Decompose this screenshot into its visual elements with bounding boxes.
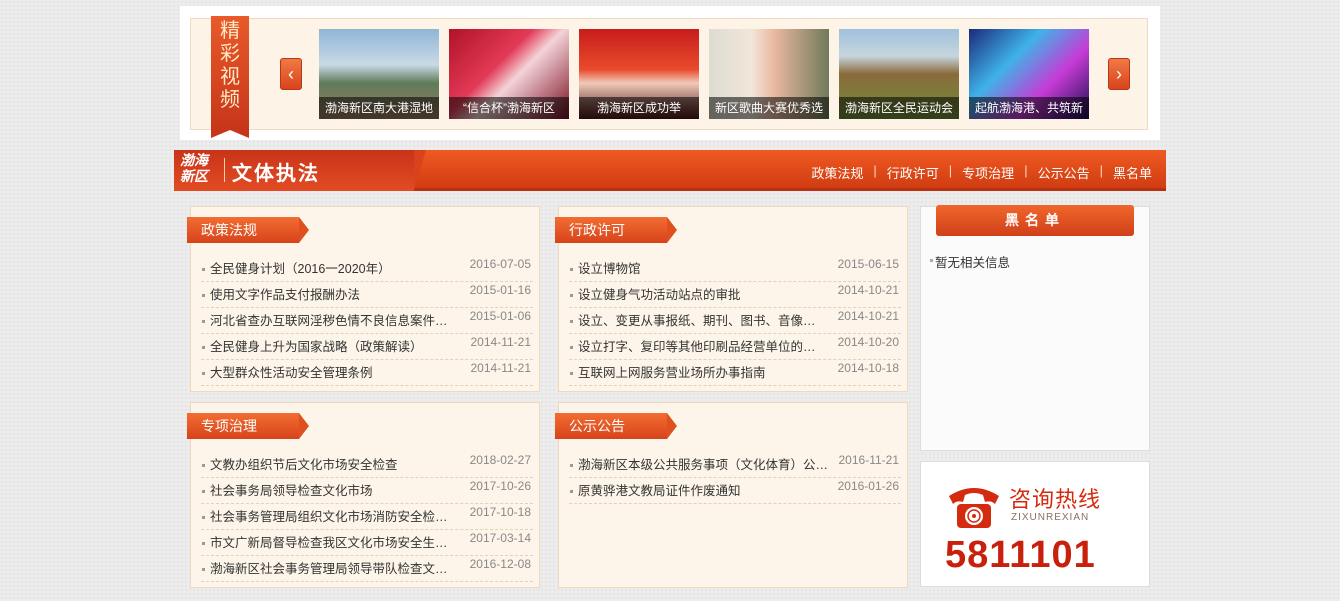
nav-link-notice[interactable]: 公示公告: [1038, 163, 1090, 182]
article-link[interactable]: 渤海新区社会事务管理局领导带队检查文…: [210, 556, 448, 582]
header-nav: 政策法规 | 行政许可 | 专项治理 | 公示公告 | 黑名单: [811, 163, 1152, 182]
article-link[interactable]: 市文广新局督导检查我区文化市场安全生…: [210, 530, 448, 556]
article-date: 2017-03-14: [469, 531, 531, 545]
panel-title[interactable]: 政策法规: [187, 217, 309, 243]
video-thumb[interactable]: 渤海新区南大港湿地: [319, 29, 439, 119]
video-thumb[interactable]: “信合杯”渤海新区: [449, 29, 569, 119]
article-date: 2016-11-21: [838, 453, 900, 467]
panel-title[interactable]: 专项治理: [187, 413, 309, 439]
nav-divider: |: [1099, 163, 1103, 178]
article-date: 2014-10-18: [837, 361, 899, 375]
header-logo-block: 渤海新区 文体执法: [174, 150, 426, 191]
list-item: 互联网上网服务营业场所办事指南 2014-10-18: [569, 360, 901, 386]
hotline-number: 5811101: [945, 534, 1096, 576]
article-link[interactable]: 使用文字作品支付报酬办法: [210, 282, 360, 308]
video-caption: 起航渤海港、共筑新: [969, 97, 1089, 119]
video-caption: 渤海新区全民运动会: [839, 97, 959, 119]
permit-panel: 行政许可 设立博物馆 2015-06-15 设立健身气功活动站点的审批 2014-1…: [555, 206, 908, 392]
section-header: 渤海新区 文体执法 政策法规 | 行政许可 | 专项治理 | 公示公告 | 黑名单: [174, 150, 1166, 191]
special-panel: 专项治理 文教办组织节后文化市场安全检查 2018-02-27 社会事务局领导检查…: [187, 402, 540, 588]
site-logo: 渤海新区: [180, 153, 208, 185]
article-date: 2014-10-21: [837, 309, 899, 323]
article-date: 2014-10-21: [837, 283, 899, 297]
nav-link-special[interactable]: 专项治理: [962, 163, 1014, 182]
article-link[interactable]: 全民健身计划（2016一2020年）: [210, 256, 391, 282]
telephone-icon: [945, 478, 1003, 532]
list-item: 渤海新区社会事务管理局领导带队检查文… 2016-12-08: [201, 556, 533, 582]
article-link[interactable]: 全民健身上升为国家战略（政策解读）: [210, 334, 423, 360]
article-link[interactable]: 社会事务局领导检查文化市场: [210, 478, 373, 504]
notice-panel: 公示公告 渤海新区本级公共服务事项（文化体育）公… 2016-11-21 原黄骅港…: [555, 402, 908, 588]
list-item: 大型群众性活动安全管理条例 2014-11-21: [201, 360, 533, 386]
blacklist-panel: 黑名单 暂无相关信息: [920, 205, 1150, 451]
article-date: 2014-10-20: [837, 335, 899, 349]
article-date: 2014-11-21: [470, 335, 532, 349]
article-list: 全民健身计划（2016一2020年） 2016-07-05 使用文字作品支付报酬办…: [201, 256, 533, 386]
video-caption: 新区歌曲大赛优秀选: [709, 97, 829, 119]
article-date: 2016-12-08: [469, 557, 531, 571]
article-link[interactable]: 文教办组织节后文化市场安全检查: [210, 452, 398, 478]
nav-divider: |: [1024, 163, 1028, 178]
article-date: 2017-10-18: [469, 505, 531, 519]
video-thumb[interactable]: 新区歌曲大赛优秀选: [709, 29, 829, 119]
article-link[interactable]: 河北省查办互联网淫秽色情不良信息案件…: [210, 308, 448, 334]
logo-divider: [224, 158, 225, 182]
policy-panel: 政策法规 全民健身计划（2016一2020年） 2016-07-05 使用文字作品…: [187, 206, 540, 392]
video-thumb[interactable]: 渤海新区全民运动会: [839, 29, 959, 119]
article-date: 2015-01-06: [469, 309, 531, 323]
article-link[interactable]: 设立打字、复印等其他印刷品经营单位的…: [578, 334, 816, 360]
article-link[interactable]: 设立、变更从事报纸、期刊、图书、音像…: [578, 308, 816, 334]
panel-title[interactable]: 行政许可: [555, 217, 677, 243]
video-section: 精彩视频 ‹ › 渤海新区南大港湿地 “信合杯”渤海新区 渤海新区成功举 新区歌…: [180, 6, 1160, 140]
carousel-next-button[interactable]: ›: [1108, 58, 1130, 90]
article-date: 2015-01-16: [469, 283, 531, 297]
article-date: 2016-07-05: [469, 257, 531, 271]
page-title: 文体执法: [232, 163, 320, 185]
article-link[interactable]: 社会事务管理局组织文化市场消防安全检…: [210, 504, 448, 530]
article-link[interactable]: 大型群众性活动安全管理条例: [210, 360, 373, 386]
panel-title[interactable]: 公示公告: [555, 413, 677, 439]
carousel-prev-button[interactable]: ‹: [280, 58, 302, 90]
video-thumb[interactable]: 渤海新区成功举: [579, 29, 699, 119]
article-list: 设立博物馆 2015-06-15 设立健身气功活动站点的审批 2014-10-21 …: [569, 256, 901, 386]
article-date: 2018-02-27: [469, 453, 531, 467]
article-link[interactable]: 设立健身气功活动站点的审批: [578, 282, 741, 308]
article-date: 2016-01-26: [837, 479, 899, 493]
hotline-title: 咨询热线: [1009, 487, 1102, 512]
video-thumb[interactable]: 起航渤海港、共筑新: [969, 29, 1089, 119]
article-date: 2017-10-26: [469, 479, 531, 493]
nav-divider: |: [873, 163, 877, 178]
article-date: 2014-11-21: [470, 361, 532, 375]
video-caption: 渤海新区成功举: [579, 97, 699, 119]
article-date: 2015-06-15: [837, 257, 899, 271]
video-caption: “信合杯”渤海新区: [449, 97, 569, 119]
nav-link-policy[interactable]: 政策法规: [811, 163, 863, 182]
list-item: 原黄骅港文教局证件作废通知 2016-01-26: [569, 478, 901, 504]
hotline-panel: 咨询热线 ZIXUNREXIAN 5811101: [920, 461, 1150, 587]
nav-divider: |: [948, 163, 953, 178]
nav-link-permit[interactable]: 行政许可: [887, 163, 939, 182]
article-link[interactable]: 设立博物馆: [578, 256, 641, 282]
blacklist-empty-text: 暂无相关信息: [929, 252, 1010, 271]
article-link[interactable]: 互联网上网服务营业场所办事指南: [578, 360, 766, 386]
hotline-subtitle: ZIXUNREXIAN: [1011, 512, 1090, 523]
video-caption: 渤海新区南大港湿地: [319, 97, 439, 119]
article-list: 文教办组织节后文化市场安全检查 2018-02-27 社会事务局领导检查文化市场 2…: [201, 452, 533, 582]
article-link[interactable]: 原黄骅港文教局证件作废通知: [578, 478, 741, 504]
nav-link-blacklist[interactable]: 黑名单: [1113, 163, 1152, 182]
blacklist-title[interactable]: 黑名单: [936, 205, 1134, 236]
video-section-label: 精彩视频: [211, 16, 249, 138]
article-list: 渤海新区本级公共服务事项（文化体育）公… 2016-11-21 原黄骅港文教局证件…: [569, 452, 901, 504]
article-link[interactable]: 渤海新区本级公共服务事项（文化体育）公…: [578, 452, 828, 478]
